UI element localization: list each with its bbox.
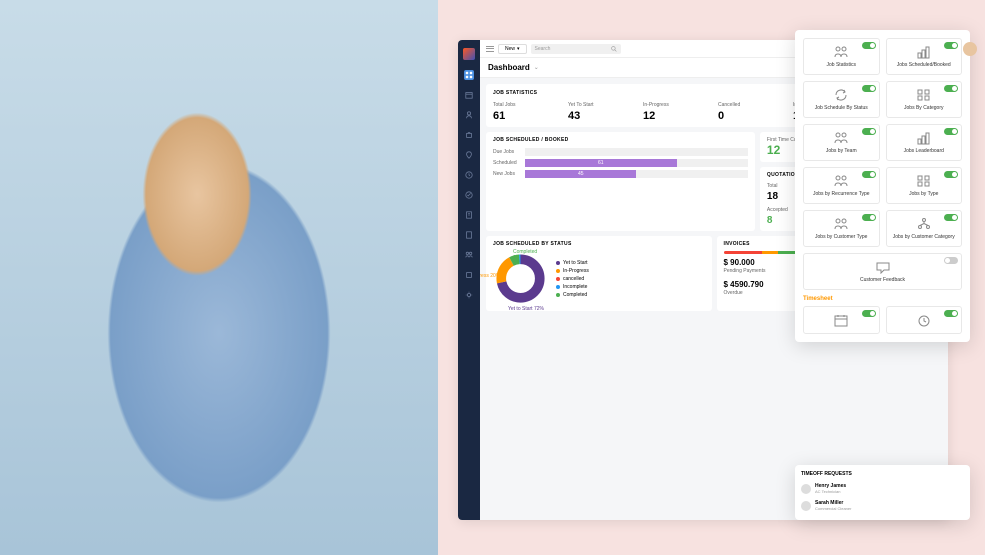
stat-item: In-Progress12 xyxy=(643,102,710,122)
widget-toggle-card[interactable]: Job Schedule By Status xyxy=(803,81,880,118)
nav-check[interactable] xyxy=(464,190,474,200)
card-heading: JOB SCHEDULED BY STATUS xyxy=(493,241,705,247)
timeoff-requests-card: TIMEOFF REQUESTS Henry JamesAC Technicia… xyxy=(795,465,970,520)
job-status-chart-card: JOB SCHEDULED BY STATUS Completed 07% In… xyxy=(486,236,712,311)
chart-legend: Yet to Start In-Progress cancelled Incomple… xyxy=(556,260,589,298)
donut-chart xyxy=(493,251,548,306)
hero-photo xyxy=(0,0,438,555)
chevron-down-icon[interactable]: ⌄ xyxy=(534,64,539,71)
app-logo xyxy=(463,48,475,60)
timeoff-request-row[interactable]: Sarah MillerCommercial Cleaner xyxy=(801,497,964,514)
people-icon xyxy=(833,174,849,188)
nav-reports[interactable] xyxy=(464,230,474,240)
clock-icon xyxy=(916,313,932,327)
nav-invoice[interactable] xyxy=(464,210,474,220)
people-icon xyxy=(833,131,849,145)
nav-calendar[interactable] xyxy=(464,90,474,100)
job-scheduled-card: JOB SCHEDULED / BOOKED Due Jobs Scheduled… xyxy=(486,132,755,231)
card-heading: JOB SCHEDULED / BOOKED xyxy=(493,137,748,143)
search-input[interactable]: Search xyxy=(531,44,621,54)
bars-icon xyxy=(916,131,932,145)
nav-team[interactable] xyxy=(464,250,474,260)
grid-icon xyxy=(916,88,932,102)
nav-time[interactable] xyxy=(464,170,474,180)
product-showcase: New ▾ Search Dashboard ⌄ ✎ Customize JOB… xyxy=(438,0,985,555)
widget-toggle-card[interactable]: Jobs by Customer Type xyxy=(803,210,880,247)
nav-customers[interactable] xyxy=(464,110,474,120)
widget-toggle-card[interactable] xyxy=(803,306,880,334)
toggle-switch[interactable] xyxy=(944,42,958,49)
search-icon xyxy=(611,46,617,52)
toggle-switch[interactable] xyxy=(944,85,958,92)
tree-icon xyxy=(916,217,932,231)
refresh-icon xyxy=(833,88,849,102)
invoice-stat: $ 90.000Pending Payments xyxy=(724,258,788,274)
stat-item: Cancelled0 xyxy=(718,102,785,122)
chat-icon xyxy=(875,260,891,274)
toggle-switch[interactable] xyxy=(862,85,876,92)
timeoff-request-row[interactable]: Henry JamesAC Technician xyxy=(801,480,964,497)
widget-customize-panel: Job StatisticsJobs Scheduled/BookedJob S… xyxy=(795,30,970,342)
toggle-switch[interactable] xyxy=(862,128,876,135)
widget-toggle-card[interactable]: Jobs Leaderboard xyxy=(886,124,963,161)
toggle-switch[interactable] xyxy=(862,310,876,317)
legend-item: Completed xyxy=(556,292,589,298)
widget-toggle-card[interactable] xyxy=(886,306,963,334)
sidebar-nav xyxy=(458,40,480,520)
legend-item: Incomplete xyxy=(556,284,589,290)
people-icon xyxy=(833,217,849,231)
bar-row: Scheduled61 xyxy=(493,159,748,167)
nav-location[interactable] xyxy=(464,150,474,160)
toggle-switch[interactable] xyxy=(944,128,958,135)
widget-toggle-card[interactable]: Job Statistics xyxy=(803,38,880,75)
bar-row: New Jobs45 xyxy=(493,170,748,178)
people-icon xyxy=(833,45,849,59)
legend-item: Yet to Start xyxy=(556,260,589,266)
widget-toggle-card[interactable]: Jobs by Customer Category xyxy=(886,210,963,247)
nav-asset[interactable] xyxy=(464,270,474,280)
toggle-switch[interactable] xyxy=(944,310,958,317)
chart-label: Yet to Start 72% xyxy=(508,306,544,312)
stat-item: Yet To Start43 xyxy=(568,102,635,122)
toggle-switch[interactable] xyxy=(862,214,876,221)
toggle-switch[interactable] xyxy=(944,214,958,221)
widget-toggle-card[interactable]: Customer Feedback xyxy=(803,253,962,290)
widget-toggle-card[interactable]: Jobs by Type xyxy=(886,167,963,204)
nav-settings[interactable] xyxy=(464,290,474,300)
legend-item: In-Progress xyxy=(556,268,589,274)
legend-item: cancelled xyxy=(556,276,589,282)
toggle-switch[interactable] xyxy=(944,257,958,264)
section-heading: Timesheet xyxy=(803,296,962,302)
widget-toggle-card[interactable]: Jobs by Team xyxy=(803,124,880,161)
bar-row: Due Jobs xyxy=(493,148,748,156)
avatar xyxy=(801,484,811,494)
nav-jobs[interactable] xyxy=(464,130,474,140)
toggle-switch[interactable] xyxy=(862,42,876,49)
page-title: Dashboard xyxy=(488,63,530,72)
toggle-switch[interactable] xyxy=(862,171,876,178)
new-button[interactable]: New ▾ xyxy=(498,44,527,54)
avatar xyxy=(801,501,811,511)
widget-toggle-card[interactable]: Jobs Scheduled/Booked xyxy=(886,38,963,75)
bars-icon xyxy=(916,45,932,59)
grid-icon xyxy=(916,174,932,188)
card-heading: JOB STATISTICS xyxy=(493,90,537,96)
profile-avatar[interactable] xyxy=(963,42,977,56)
menu-icon[interactable] xyxy=(486,46,494,52)
calendar-icon xyxy=(833,313,849,327)
widget-toggle-card[interactable]: Jobs By Category xyxy=(886,81,963,118)
stat-item: Total Jobs61 xyxy=(493,102,560,122)
nav-dashboard[interactable] xyxy=(464,70,474,80)
widget-toggle-card[interactable]: Jobs by Recurrence Type xyxy=(803,167,880,204)
toggle-switch[interactable] xyxy=(944,171,958,178)
chevron-down-icon: ▾ xyxy=(517,46,520,52)
card-heading: TIMEOFF REQUESTS xyxy=(801,471,964,477)
